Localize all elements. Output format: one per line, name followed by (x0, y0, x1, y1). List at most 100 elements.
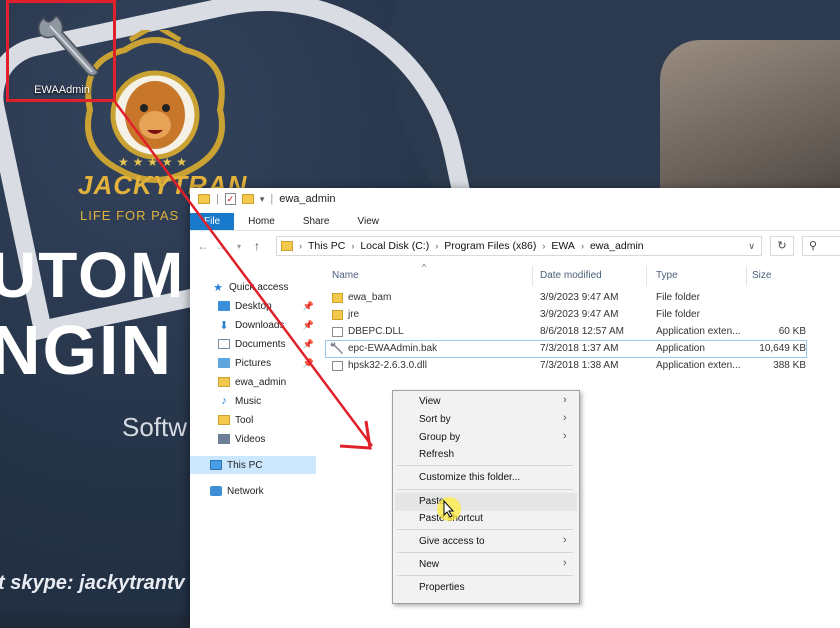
menu-item-give-access[interactable]: Give access to (419, 536, 485, 547)
file-row[interactable]: ewa_bam 3/9/2023 9:47 AM File folder (326, 290, 806, 306)
background-photo (660, 40, 840, 200)
ribbon-tabs: File Home Share View (190, 210, 840, 231)
breadcrumb-program-files[interactable]: Program Files (x86) (444, 240, 536, 252)
network-icon (210, 486, 222, 496)
menu-item-group-by[interactable]: Group by (419, 432, 460, 443)
pin-icon: 📌 (302, 357, 314, 368)
sidebar-item-label: Desktop (235, 300, 272, 312)
sidebar-item-quick-access[interactable]: ★ Quick access (212, 278, 318, 296)
sidebar-item-label: Quick access (229, 281, 289, 293)
breadcrumb-local-disk[interactable]: Local Disk (C:) (360, 240, 429, 252)
menu-divider (397, 529, 573, 530)
column-headers: ^ Name Date modified Type Size (326, 262, 840, 286)
back-arrow-icon[interactable]: ← (194, 239, 212, 253)
videos-icon (218, 434, 230, 444)
file-type: Application exten... (656, 360, 741, 371)
breadcrumb-ewa-admin[interactable]: ewa_admin (590, 240, 644, 252)
file-name: epc-EWAAdmin.bak (348, 343, 438, 354)
file-date: 3/9/2023 9:47 AM (540, 292, 619, 303)
file-type: File folder (656, 292, 700, 303)
menu-item-new[interactable]: New (419, 559, 439, 570)
menu-divider (397, 489, 573, 490)
sidebar-item-documents[interactable]: Documents 📌 (218, 335, 318, 353)
column-name[interactable]: Name (332, 270, 359, 281)
column-size[interactable]: Size (752, 270, 771, 281)
download-icon: ⬇ (219, 319, 229, 332)
menu-divider (397, 552, 573, 553)
file-size: 60 KB (778, 326, 806, 337)
dll-file-icon (332, 361, 343, 371)
folder-icon (281, 241, 293, 251)
file-type: Application (656, 343, 705, 354)
menu-item-properties[interactable]: Properties (419, 582, 465, 593)
sidebar-item-downloads[interactable]: ⬇ Downloads 📌 (218, 316, 318, 334)
banner-line-1: UTOM (0, 239, 186, 311)
address-bar[interactable]: › This PC › Local Disk (C:) › Program Fi… (276, 236, 762, 256)
pin-icon: 📌 (302, 319, 314, 330)
menu-item-sort-by[interactable]: Sort by (419, 414, 451, 425)
refresh-button[interactable]: ↻ (770, 236, 794, 256)
mouse-pointer-icon (443, 500, 455, 518)
navigation-pane: ★ Quick access Desktop 📌 ⬇ Downloads 📌 D… (190, 266, 318, 628)
menu-item-refresh[interactable]: Refresh (419, 449, 454, 460)
pictures-icon (218, 358, 230, 368)
sidebar-item-videos[interactable]: Videos (218, 430, 318, 448)
folder-icon (218, 377, 230, 387)
chevron-right-icon: › (563, 412, 567, 424)
sidebar-item-this-pc[interactable]: This PC (190, 456, 316, 474)
file-row[interactable]: jre 3/9/2023 9:47 AM File folder (326, 307, 806, 323)
banner-line-3: Softw (122, 412, 188, 442)
breadcrumb-this-pc[interactable]: This PC (308, 240, 345, 252)
tab-file[interactable]: File (190, 213, 235, 230)
breadcrumb-ewa[interactable]: EWA (551, 240, 575, 252)
file-row[interactable]: epc-EWAAdmin.bak 7/3/2018 1:37 AM Applic… (325, 340, 807, 358)
menu-item-view[interactable]: View (419, 396, 441, 407)
banner-line-2: NGIN (0, 311, 173, 389)
file-type: File folder (656, 309, 700, 320)
recent-dropdown-icon[interactable]: ▾ (230, 242, 248, 251)
sidebar-item-pictures[interactable]: Pictures 📌 (218, 354, 318, 372)
sidebar-item-network[interactable]: Network (210, 482, 318, 500)
menu-divider (397, 465, 573, 466)
properties-icon[interactable]: ✓ (224, 193, 236, 205)
quick-access-dropdown-icon[interactable]: ▾ (260, 194, 265, 205)
folder-icon (198, 194, 210, 204)
search-input[interactable]: ⚲ (802, 236, 840, 256)
file-date: 7/3/2018 1:37 AM (540, 343, 619, 354)
tab-home[interactable]: Home (234, 213, 289, 230)
file-row[interactable]: DBEPC.DLL 8/6/2018 12:57 AM Application … (326, 324, 806, 340)
sidebar-item-label: Tool (235, 414, 254, 426)
new-folder-icon[interactable] (241, 194, 254, 204)
chevron-down-icon[interactable]: ∨ (748, 241, 755, 252)
forward-arrow-icon[interactable]: → (212, 239, 230, 253)
column-date[interactable]: Date modified (540, 270, 602, 281)
tab-view[interactable]: View (344, 213, 394, 230)
brand-tagline: LIFE FOR PAS (80, 208, 180, 223)
desktop-icon (218, 301, 230, 311)
column-type[interactable]: Type (656, 270, 678, 281)
sidebar-item-label: Music (235, 395, 262, 407)
sidebar-item-label: Downloads (235, 319, 285, 331)
pin-icon: 📌 (302, 300, 314, 311)
file-date: 8/6/2018 12:57 AM (540, 326, 624, 337)
menu-item-customize-folder[interactable]: Customize this folder... (419, 472, 520, 483)
sidebar-item-music[interactable]: ♪ Music (218, 392, 318, 410)
music-icon: ♪ (221, 395, 227, 407)
chevron-right-icon: › (563, 430, 567, 442)
file-date: 3/9/2023 9:47 AM (540, 309, 619, 320)
chevron-right-icon: › (563, 557, 567, 569)
file-name: jre (348, 309, 360, 320)
context-menu: View › Sort by › Group by › Refresh Cust… (392, 390, 580, 604)
sidebar-item-label: Documents (235, 338, 286, 350)
up-arrow-icon[interactable]: ↑ (248, 239, 266, 253)
sidebar-item-desktop[interactable]: Desktop 📌 (218, 297, 318, 315)
sidebar-item-ewa-admin[interactable]: ewa_admin (218, 373, 318, 391)
folder-icon (332, 310, 343, 320)
tab-share[interactable]: Share (289, 213, 344, 230)
sidebar-item-label: Videos (235, 433, 266, 445)
file-row[interactable]: hpsk32-2.6.3.0.dll 7/3/2018 1:38 AM Appl… (326, 358, 806, 374)
annotation-highlight-box (6, 0, 116, 102)
star-icon: ★ (213, 281, 223, 294)
pc-icon (210, 460, 222, 470)
sidebar-item-tool[interactable]: Tool (218, 411, 318, 429)
